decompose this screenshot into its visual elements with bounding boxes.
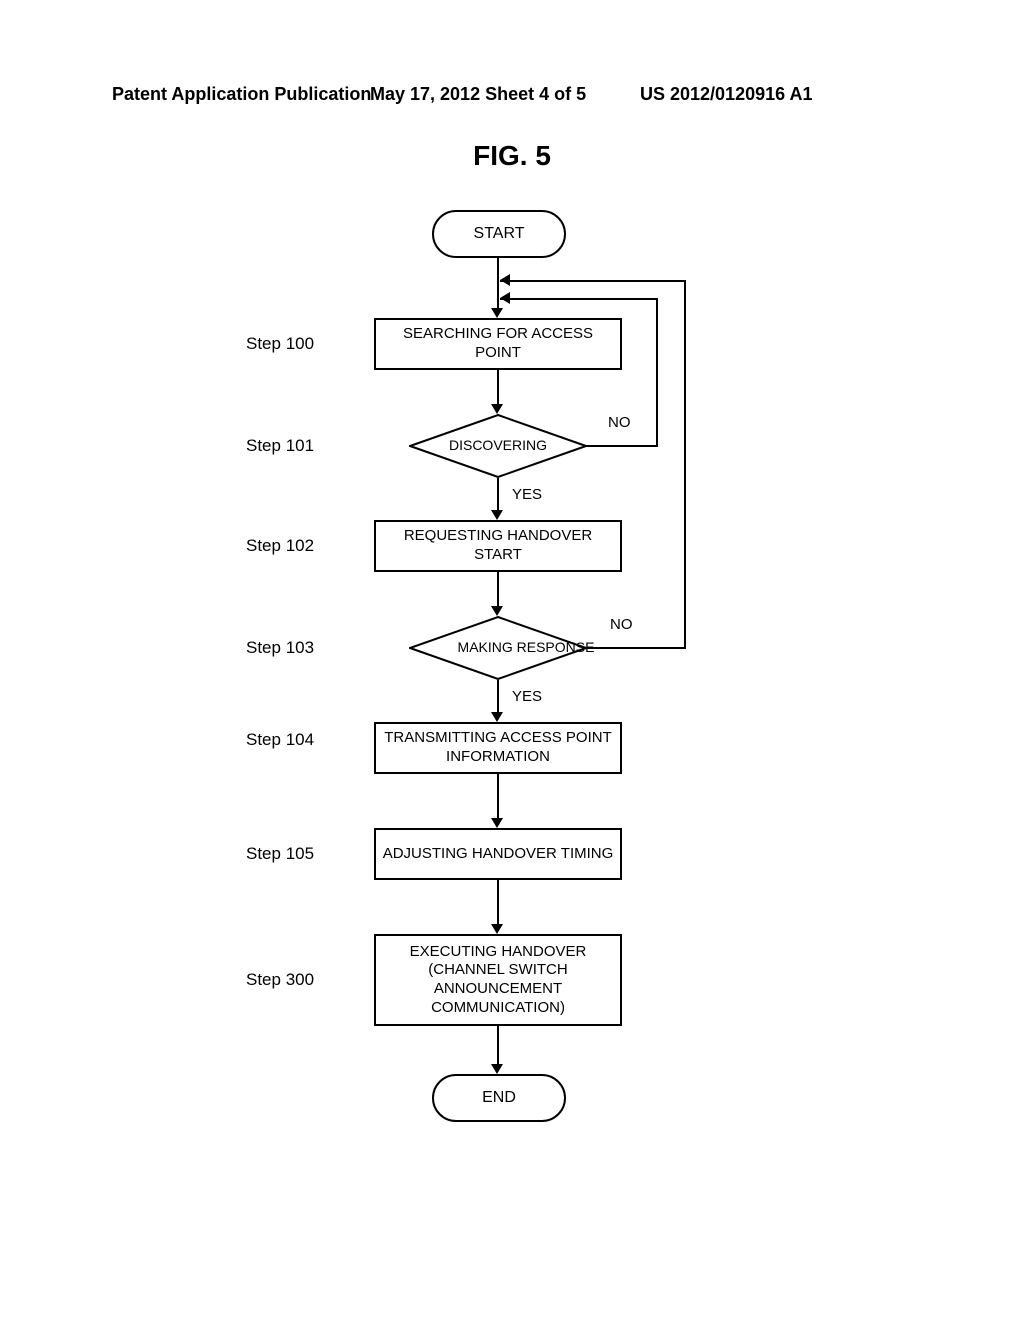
figure-title: FIG. 5 bbox=[0, 140, 1024, 172]
arrow bbox=[500, 280, 686, 282]
arrowhead-down-icon bbox=[491, 818, 503, 828]
node-step100: SEARCHING FOR ACCESS POINT bbox=[374, 318, 622, 370]
arrowhead-down-icon bbox=[491, 404, 503, 414]
arrowhead-down-icon bbox=[491, 924, 503, 934]
arrow bbox=[497, 774, 499, 820]
arrowhead-down-icon bbox=[491, 1064, 503, 1074]
node-start: START bbox=[432, 210, 566, 258]
node-end: END bbox=[432, 1074, 566, 1122]
arrowhead-left-icon bbox=[500, 292, 510, 304]
step-label-100: Step 100 bbox=[246, 334, 314, 354]
arrow bbox=[497, 370, 499, 406]
node-step300-text: EXECUTING HANDOVER (CHANNEL SWITCH ANNOU… bbox=[382, 943, 614, 1018]
step-label-103: Step 103 bbox=[246, 638, 314, 658]
node-step300: EXECUTING HANDOVER (CHANNEL SWITCH ANNOU… bbox=[374, 934, 622, 1026]
node-step101-text: DISCOVERING bbox=[409, 414, 587, 478]
node-step102: REQUESTING HANDOVER START bbox=[374, 520, 622, 572]
arrowhead-down-icon bbox=[491, 712, 503, 722]
header-doc-number: US 2012/0120916 A1 bbox=[640, 84, 812, 105]
header-publication: Patent Application Publication bbox=[112, 84, 371, 105]
node-step103: MAKING RESPONSE bbox=[409, 616, 587, 680]
node-step100-text: SEARCHING FOR ACCESS POINT bbox=[382, 325, 614, 363]
edge-yes-101: YES bbox=[512, 486, 542, 503]
step-label-104: Step 104 bbox=[246, 730, 314, 750]
header-date-sheet: May 17, 2012 Sheet 4 of 5 bbox=[370, 84, 586, 105]
arrowhead-down-icon bbox=[491, 308, 503, 318]
edge-no-101: NO bbox=[608, 414, 631, 431]
arrow bbox=[500, 298, 658, 300]
arrow bbox=[684, 280, 686, 649]
arrow bbox=[586, 647, 686, 649]
node-step105-text: ADJUSTING HANDOVER TIMING bbox=[383, 845, 614, 864]
node-step102-text: REQUESTING HANDOVER START bbox=[382, 527, 614, 565]
arrow bbox=[586, 445, 658, 447]
arrow bbox=[656, 298, 658, 447]
edge-yes-103: YES bbox=[512, 688, 542, 705]
node-end-label: END bbox=[482, 1089, 516, 1107]
step-label-101: Step 101 bbox=[246, 436, 314, 456]
node-step104: TRANSMITTING ACCESS POINT INFORMATION bbox=[374, 722, 622, 774]
arrow bbox=[497, 478, 499, 512]
arrowhead-down-icon bbox=[491, 510, 503, 520]
step-label-300: Step 300 bbox=[246, 970, 314, 990]
arrow bbox=[497, 572, 499, 608]
node-step105: ADJUSTING HANDOVER TIMING bbox=[374, 828, 622, 880]
arrow bbox=[497, 680, 499, 714]
step-label-102: Step 102 bbox=[246, 536, 314, 556]
edge-no-103: NO bbox=[610, 616, 633, 633]
node-start-label: START bbox=[474, 225, 525, 243]
arrow bbox=[497, 1026, 499, 1066]
arrowhead-down-icon bbox=[491, 606, 503, 616]
arrowhead-left-icon bbox=[500, 274, 510, 286]
step-label-105: Step 105 bbox=[246, 844, 314, 864]
node-step104-text: TRANSMITTING ACCESS POINT INFORMATION bbox=[382, 729, 614, 767]
arrow bbox=[497, 256, 499, 310]
arrow bbox=[497, 880, 499, 926]
node-step101: DISCOVERING bbox=[409, 414, 587, 478]
